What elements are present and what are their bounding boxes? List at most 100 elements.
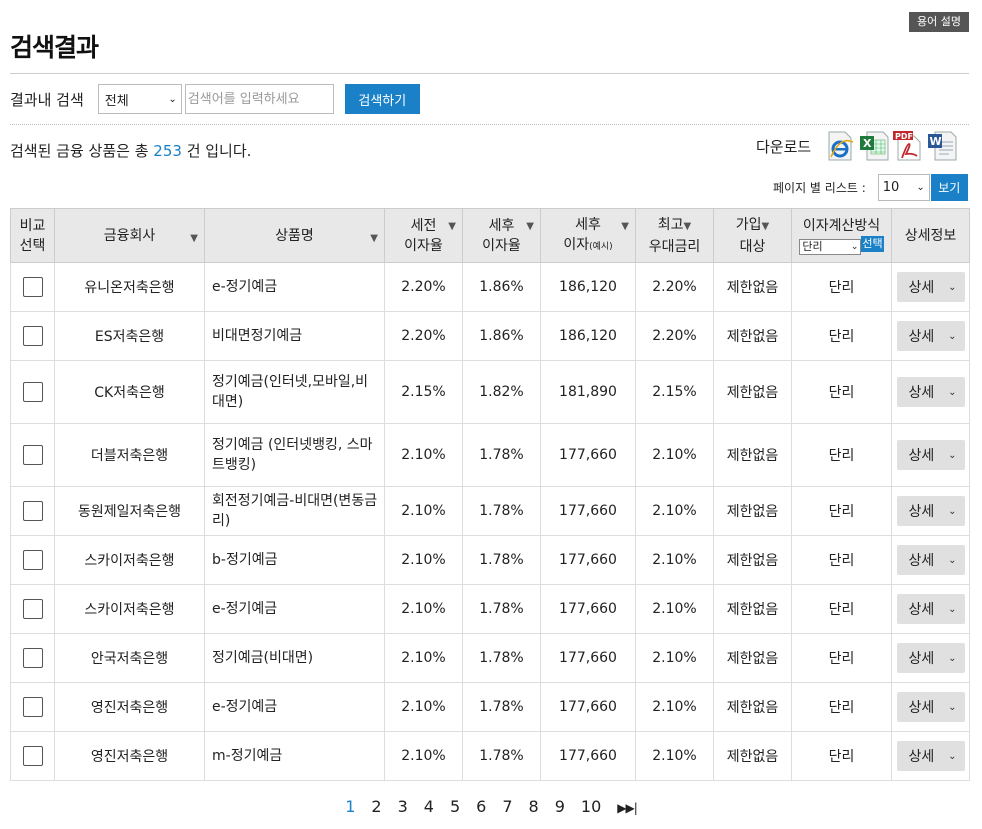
result-count-number: 253: [153, 142, 182, 160]
sort-down-icon[interactable]: ▼: [762, 221, 770, 232]
join-target-cell: 제한없음: [713, 311, 792, 361]
compare-checkbox[interactable]: [22, 599, 43, 619]
search-bar: 결과내 검색 전체 ⌄ 검색하기: [10, 84, 420, 114]
calc-method-select[interactable]: 단리 ⌄: [799, 238, 862, 255]
page-link[interactable]: 10: [581, 797, 601, 816]
compare-checkbox[interactable]: [22, 501, 43, 521]
page-link[interactable]: 6: [476, 797, 486, 816]
pretax-rate-cell: 2.10%: [384, 535, 463, 585]
sort-down-icon[interactable]: ▼: [526, 217, 534, 237]
sort-down-icon[interactable]: ▼: [448, 217, 456, 237]
col-aftertax-rate[interactable]: 세후 이자율 ▼: [462, 208, 541, 263]
calc-method-cell: 단리: [791, 731, 892, 781]
col-company[interactable]: 금융회사 ▼: [54, 208, 205, 263]
compare-cell: [10, 262, 55, 312]
aftertax-interest-cell: 177,660: [540, 633, 636, 683]
join-target-cell: 제한없음: [713, 682, 792, 732]
col-compare: 비교 선택: [10, 208, 55, 263]
company-cell: 안국저축은행: [54, 633, 205, 683]
detail-button[interactable]: 상세 ⌄: [896, 272, 965, 302]
word-icon[interactable]: W: [927, 130, 957, 162]
col-max-rate[interactable]: 최고▼ 우대금리: [635, 208, 714, 263]
compare-checkbox[interactable]: [22, 697, 43, 717]
search-scope-value: 전체: [104, 93, 129, 109]
detail-button[interactable]: 상세 ⌄: [896, 594, 965, 624]
aftertax-rate-cell: 1.78%: [462, 486, 541, 536]
chevron-down-icon: ⌄: [948, 701, 957, 713]
max-rate-cell: 2.10%: [635, 535, 714, 585]
excel-icon[interactable]: X: [859, 130, 889, 162]
detail-button[interactable]: 상세 ⌄: [896, 643, 965, 673]
page-link[interactable]: 3: [398, 797, 408, 816]
pdf-icon[interactable]: PDF: [893, 130, 923, 162]
detail-button-label: 상세: [908, 651, 935, 667]
detail-button[interactable]: 상세 ⌄: [896, 377, 965, 407]
compare-checkbox[interactable]: [22, 746, 43, 766]
table-header-row: 비교 선택 금융회사 ▼ 상품명 ▼ 세전 이자율 ▼ 세후 이자율 ▼ 세후 …: [10, 208, 970, 263]
compare-checkbox[interactable]: [22, 382, 43, 402]
compare-cell: [10, 633, 55, 683]
page-link[interactable]: 4: [424, 797, 434, 816]
page-link[interactable]: 9: [555, 797, 565, 816]
detail-button[interactable]: 상세 ⌄: [896, 321, 965, 351]
page-link[interactable]: 1: [345, 797, 355, 816]
per-page-select[interactable]: 10 ⌄: [877, 174, 930, 201]
max-rate-cell: 2.10%: [635, 486, 714, 536]
aftertax-rate-cell: 1.78%: [462, 423, 541, 487]
table-row: 동원제일저축은행 회전정기예금-비대면(변동금리) 2.10% 1.78% 177,66…: [10, 486, 970, 536]
search-input[interactable]: [184, 84, 334, 114]
detail-button[interactable]: 상세 ⌄: [896, 440, 965, 470]
detail-cell: 상세 ⌄: [891, 584, 970, 634]
compare-checkbox[interactable]: [22, 277, 43, 297]
per-page-view-button[interactable]: 보기: [930, 174, 968, 201]
page-link[interactable]: 2: [371, 797, 381, 816]
detail-button[interactable]: 상세 ⌄: [896, 545, 965, 575]
term-explanation-button[interactable]: 용어 설명: [909, 12, 969, 32]
page-link[interactable]: 5: [450, 797, 460, 816]
aftertax-interest-cell: 177,660: [540, 423, 636, 487]
calc-method-select-button[interactable]: 선택: [861, 235, 884, 252]
company-cell: 동원제일저축은행: [54, 486, 205, 536]
detail-button-label: 상세: [908, 700, 935, 716]
compare-cell: [10, 584, 55, 634]
aftertax-interest-cell: 177,660: [540, 486, 636, 536]
detail-button[interactable]: 상세 ⌄: [896, 741, 965, 771]
calc-method-cell: 단리: [791, 535, 892, 585]
col-aftertax-label-2: 이자율: [482, 237, 521, 254]
compare-checkbox[interactable]: [22, 550, 43, 570]
sort-down-icon[interactable]: ▼: [621, 217, 629, 237]
col-join-label-2: 대상: [739, 238, 766, 255]
sort-down-icon[interactable]: ▼: [190, 229, 198, 249]
compare-checkbox[interactable]: [22, 326, 43, 346]
col-product[interactable]: 상품명 ▼: [204, 208, 385, 263]
col-interest-label-1: 세후: [575, 216, 601, 233]
product-cell: 정기예금(인터넷,모바일,비대면): [204, 360, 385, 424]
page-link[interactable]: 8: [529, 797, 539, 816]
col-aftertax-interest[interactable]: 세후 이자(예시) ▼: [540, 208, 636, 263]
detail-button[interactable]: 상세 ⌄: [896, 692, 965, 722]
page-link[interactable]: 7: [502, 797, 512, 816]
company-cell: 영진저축은행: [54, 731, 205, 781]
ie-icon[interactable]: [825, 130, 855, 162]
col-join-target[interactable]: 가입▼ 대상: [713, 208, 792, 263]
search-scope-select[interactable]: 전체 ⌄: [97, 84, 182, 114]
aftertax-interest-cell: 177,660: [540, 682, 636, 732]
chevron-down-icon: ⌄: [948, 603, 957, 615]
compare-checkbox[interactable]: [22, 445, 43, 465]
next-last-page-icon[interactable]: ▶▶|: [617, 801, 637, 815]
max-rate-cell: 2.10%: [635, 584, 714, 634]
col-product-label: 상품명: [275, 227, 314, 244]
sort-down-icon[interactable]: ▼: [370, 229, 378, 249]
calc-method-cell: 단리: [791, 682, 892, 732]
calc-method-cell: 단리: [791, 584, 892, 634]
col-pretax-rate[interactable]: 세전 이자율 ▼: [384, 208, 463, 263]
chevron-down-icon: ⌄: [916, 182, 925, 193]
max-rate-cell: 2.10%: [635, 633, 714, 683]
aftertax-rate-cell: 1.82%: [462, 360, 541, 424]
detail-button[interactable]: 상세 ⌄: [896, 496, 965, 526]
compare-checkbox[interactable]: [22, 648, 43, 668]
sort-down-icon[interactable]: ▼: [684, 221, 692, 232]
chevron-down-icon: ⌄: [948, 386, 957, 398]
search-button[interactable]: 검색하기: [344, 84, 420, 114]
aftertax-interest-cell: 186,120: [540, 262, 636, 312]
